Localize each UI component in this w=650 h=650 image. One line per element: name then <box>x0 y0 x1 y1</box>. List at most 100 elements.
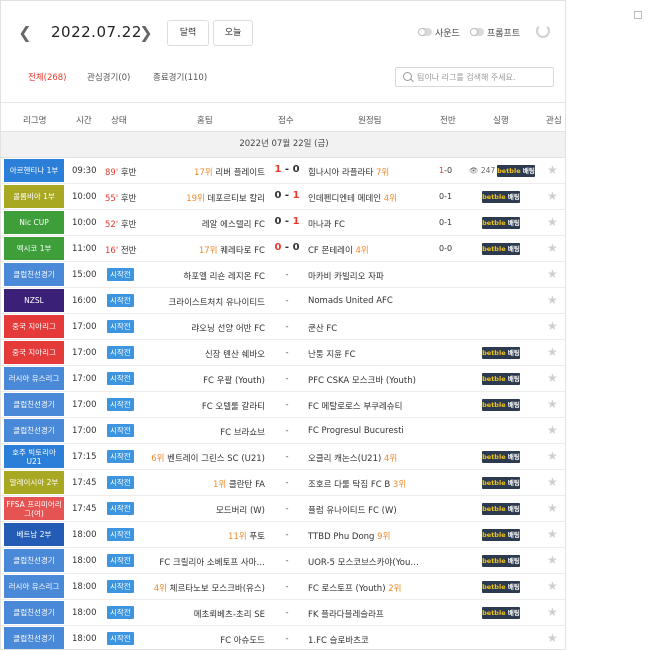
league-badge[interactable]: 러시아 유스리그 <box>4 575 64 598</box>
search-input[interactable]: 팀이나 리그를 검색해 주세요. <box>395 67 554 87</box>
match-row[interactable]: 러시아 유스리그 18:00 시작전 4위 체르타노보 모스크바(유스) - FC 로스토… <box>1 574 565 600</box>
chevron-left-icon[interactable]: ❮ <box>15 23 35 43</box>
league-badge[interactable]: 멕시코 1부 <box>4 237 64 260</box>
bet-button[interactable]: betble 배팅 <box>482 529 520 541</box>
league-badge[interactable]: 콜롬비아 1부 <box>4 185 64 208</box>
star-icon[interactable]: ★ <box>547 241 558 255</box>
bet-button[interactable]: betble 배팅 <box>482 243 520 255</box>
away-team[interactable]: 마나과 FC <box>308 218 345 230</box>
star-icon[interactable]: ★ <box>547 215 558 229</box>
star-icon[interactable]: ★ <box>547 423 558 437</box>
match-row[interactable]: 베트남 2부 18:00 시작전 11위 푸토 - TTBD Phu Dong 9위 bet… <box>1 522 565 548</box>
scroll-up-icon[interactable] <box>634 11 642 19</box>
home-team[interactable]: 17위 퀘레타로 FC <box>199 244 265 256</box>
star-icon[interactable]: ★ <box>547 501 558 515</box>
away-team[interactable]: 1.FC 슬로바츠코 <box>308 634 369 646</box>
league-badge[interactable]: 말레이시아 2부 <box>4 471 64 494</box>
bet-button[interactable]: betble 배팅 <box>497 165 535 177</box>
bet-button[interactable]: betble 배팅 <box>482 217 520 229</box>
home-team[interactable]: 1위 클란탄 FA <box>213 478 265 490</box>
match-row[interactable]: 콜롬비아 1부 10:00 55' 후반 19위 데포르티보 칼리 0 - 1 인데펜디엔… <box>1 184 565 210</box>
home-team[interactable]: 19위 데포르티보 칼리 <box>186 192 265 204</box>
away-team[interactable]: FK 플라다블레슬라프 <box>308 608 384 620</box>
home-team[interactable]: 4위 체르타노보 모스크바(유스) <box>154 582 265 594</box>
away-team[interactable]: 인데펜디엔테 메데인 4위 <box>308 192 397 204</box>
league-badge[interactable]: 중국 지아리그 <box>4 315 64 338</box>
league-badge[interactable]: 클럽친선경기 <box>4 393 64 416</box>
star-icon[interactable]: ★ <box>547 293 558 307</box>
match-row[interactable]: Nic CUP 10:00 52' 후반 레알 에스텔리 FC 0 - 1 마나과 FC 0… <box>1 210 565 236</box>
league-badge[interactable]: 클럽친선경기 <box>4 601 64 624</box>
match-row[interactable]: FFSA 프리미어리그(여) 17:45 시작전 모드버리 (W) - 퓰럼 유나이티드 … <box>1 496 565 522</box>
sound-toggle[interactable] <box>418 28 432 36</box>
bet-button[interactable]: betble 배팅 <box>482 399 520 411</box>
away-team[interactable]: UOR-5 모스코브스카야(You… <box>308 556 419 568</box>
star-icon[interactable]: ★ <box>547 397 558 411</box>
bet-button[interactable]: betble 배팅 <box>482 347 520 359</box>
away-team[interactable]: 난퉁 지윤 FC <box>308 348 356 360</box>
home-team[interactable]: 하포엘 리숀 레지온 FC <box>184 270 266 282</box>
star-icon[interactable]: ★ <box>547 319 558 333</box>
home-team[interactable]: FC 브라쇼브 <box>220 426 265 438</box>
star-icon[interactable]: ★ <box>547 267 558 281</box>
league-badge[interactable]: 클럽친선경기 <box>4 549 64 572</box>
bet-button[interactable]: betble 배팅 <box>482 555 520 567</box>
star-icon[interactable]: ★ <box>547 631 558 645</box>
bet-button[interactable]: betble 배팅 <box>482 581 520 593</box>
away-team[interactable]: 마카비 카빌리오 자파 <box>308 270 384 282</box>
away-team[interactable]: TTBD Phu Dong 9위 <box>308 530 390 542</box>
match-row[interactable]: NZSL 16:00 시작전 크라이스트처치 유나이티드 - Nomads United … <box>1 288 565 314</box>
league-badge[interactable]: 베트남 2부 <box>4 523 64 546</box>
star-icon[interactable]: ★ <box>547 449 558 463</box>
away-team[interactable]: FC 로스토프 (Youth) 2위 <box>308 582 401 594</box>
match-row[interactable]: 클럽친선경기 17:00 시작전 FC 브라쇼브 - FC Progresul Bucur… <box>1 418 565 444</box>
chevron-right-icon[interactable]: ❯ <box>136 23 156 43</box>
away-team[interactable]: 오클리 캐논스(U21) 4위 <box>308 452 397 464</box>
star-icon[interactable]: ★ <box>547 579 558 593</box>
bet-button[interactable]: betble 배팅 <box>482 451 520 463</box>
filter-finished[interactable]: 종료경기(110) <box>153 71 207 83</box>
league-badge[interactable]: 러시아 유스리그 <box>4 367 64 390</box>
away-team[interactable]: 조호르 다룰 탁짐 FC B 3위 <box>308 478 406 490</box>
bet-button[interactable]: betble 배팅 <box>482 477 520 489</box>
refresh-icon[interactable] <box>536 24 550 38</box>
bet-button[interactable]: betble 배팅 <box>482 373 520 385</box>
home-team[interactable]: 크라이스트처치 유나이티드 <box>168 296 265 308</box>
home-team[interactable]: FC 우팔 (Youth) <box>203 374 265 386</box>
home-team[interactable]: 17위 리버 플레이트 <box>194 166 265 178</box>
home-team[interactable]: 신장 톈산 쉐바오 <box>205 348 265 360</box>
home-team[interactable]: 모드버리 (W) <box>216 504 265 516</box>
league-badge[interactable]: FFSA 프리미어리그(여) <box>4 497 64 520</box>
home-team[interactable]: FC 크릴리아 소베토프 사마… <box>159 556 265 568</box>
calendar-button[interactable]: 달력 <box>167 20 209 46</box>
match-row[interactable]: 클럽친선경기 18:00 시작전 FC 크릴리아 소베토프 사마… - UOR-5 모스코… <box>1 548 565 574</box>
home-team[interactable]: FC 오텔룰 갈라티 <box>202 400 265 412</box>
bet-button[interactable]: betble 배팅 <box>482 607 520 619</box>
away-team[interactable]: Nomads United AFC <box>308 296 393 306</box>
match-row[interactable]: 호주 빅토리아U21 17:15 시작전 6위 벤트레이 그린스 SC (U21) - 오… <box>1 444 565 470</box>
away-team[interactable]: 힘나시아 라플라타 7위 <box>308 166 389 178</box>
match-row[interactable]: 클럽친선경기 15:00 시작전 하포엘 리숀 레지온 FC - 마카비 카빌리오 자파 ★ <box>1 262 565 288</box>
match-row[interactable]: 멕시코 1부 11:00 16' 전반 17위 퀘레타로 FC 0 - 0 CF 몬테레이… <box>1 236 565 262</box>
league-badge[interactable]: NZSL <box>4 289 64 312</box>
away-team[interactable]: FC Progresul Bucuresti <box>308 426 404 436</box>
star-icon[interactable]: ★ <box>547 605 558 619</box>
star-icon[interactable]: ★ <box>547 553 558 567</box>
league-badge[interactable]: 클럽친선경기 <box>4 419 64 442</box>
away-team[interactable]: 쿤산 FC <box>308 322 337 334</box>
match-row[interactable]: 말레이시아 2부 17:45 시작전 1위 클란탄 FA - 조호르 다룰 탁짐 FC B… <box>1 470 565 496</box>
league-badge[interactable]: 아르헨티나 1부 <box>4 159 64 182</box>
star-icon[interactable]: ★ <box>547 163 558 177</box>
away-team[interactable]: PFC CSKA 모스크바 (Youth) <box>308 374 416 386</box>
filter-interest[interactable]: 관심경기(0) <box>87 71 130 83</box>
bet-button[interactable]: betble 배팅 <box>482 191 520 203</box>
league-badge[interactable]: 호주 빅토리아U21 <box>4 445 64 468</box>
star-icon[interactable]: ★ <box>547 189 558 203</box>
away-team[interactable]: CF 몬테레이 4위 <box>308 244 369 256</box>
bet-button[interactable]: betble 배팅 <box>482 503 520 515</box>
league-badge[interactable]: Nic CUP <box>4 211 64 234</box>
match-row[interactable]: 중국 지아리그 17:00 시작전 신장 톈산 쉐바오 - 난퉁 지윤 FC betble … <box>1 340 565 366</box>
match-row[interactable]: 클럽친선경기 18:00 시작전 메초뢰베츠-초리 SE - FK 플라다블레슬라프 bet… <box>1 600 565 626</box>
league-badge[interactable]: 중국 지아리그 <box>4 341 64 364</box>
prompt-toggle[interactable] <box>470 28 484 36</box>
